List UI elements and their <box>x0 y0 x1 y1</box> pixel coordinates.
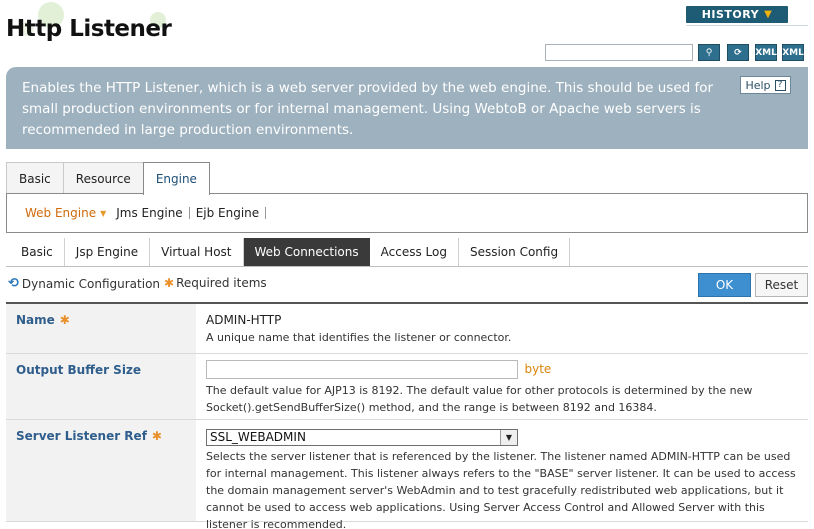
form-row-name: Name ✱ ADMIN-HTTP A unique name that ide… <box>6 304 808 354</box>
select-value: SSL_WEBADMIN <box>210 430 306 444</box>
tab-session-config[interactable]: Session Config <box>459 238 571 266</box>
search-input[interactable] <box>545 44 693 61</box>
ok-button[interactable]: OK <box>698 273 751 297</box>
history-label: HISTORY <box>701 8 760 21</box>
form-row-server-listener: Server Listener Ref ✱ SSL_WEBADMIN ▼ Sel… <box>6 420 808 529</box>
output-buffer-label: Output Buffer Size <box>16 363 142 377</box>
tab-basic[interactable]: Basic <box>6 162 64 194</box>
required-star-icon: ✱ <box>59 313 70 327</box>
required-legend: ✱ Required items <box>164 276 267 290</box>
name-label: Name <box>16 313 55 327</box>
tab-web-basic[interactable]: Basic <box>10 238 65 266</box>
dynamic-config-legend: ⟲ Dynamic Configuration <box>8 276 160 291</box>
web-engine-tabs: Basic Jsp Engine Virtual Host Web Connec… <box>10 238 571 266</box>
xml-export-icon[interactable]: XML <box>782 44 804 61</box>
server-listener-help: Selects the server listener that is refe… <box>206 450 796 529</box>
main-tabs: Basic Resource Engine <box>6 162 210 195</box>
engine-subnav: Web Engine ▼ Jms Engine Ejb Engine <box>19 206 267 220</box>
subnav-web-engine[interactable]: Web Engine <box>19 206 102 220</box>
name-value: ADMIN-HTTP <box>206 313 282 327</box>
search-icon[interactable]: ⚲ <box>698 44 720 61</box>
reset-button[interactable]: Reset <box>755 273 808 297</box>
field-value: ADMIN-HTTP A unique name that identifies… <box>206 312 802 346</box>
required-star-icon: ✱ <box>151 429 162 443</box>
field-value: byte The default value for AJP13 is 8192… <box>206 360 802 416</box>
chevron-down-icon: ▼ <box>500 430 517 445</box>
tab-resource[interactable]: Resource <box>62 162 144 194</box>
server-listener-label: Server Listener Ref <box>16 429 147 443</box>
tab-virtual-host[interactable]: Virtual Host <box>150 238 244 266</box>
engine-subnav-panel: Web Engine ▼ Jms Engine Ejb Engine <box>6 193 808 233</box>
caret-down-icon: ▼ <box>100 208 107 218</box>
tab-engine[interactable]: Engine <box>142 162 210 195</box>
page-title: Http Listener <box>6 16 172 42</box>
field-label: Name ✱ <box>16 313 70 327</box>
label-cell <box>6 304 196 353</box>
refresh-icon: ⟲ <box>8 276 19 291</box>
unit-label: byte <box>524 362 552 376</box>
required-label: Required items <box>176 276 267 290</box>
field-label: Output Buffer Size <box>16 363 141 377</box>
description-text: Enables the HTTP Listener, which is a we… <box>22 80 714 138</box>
chevron-down-icon: ▼ <box>764 9 773 20</box>
divider <box>6 266 808 267</box>
history-button[interactable]: HISTORY ▼ <box>686 6 788 23</box>
form-row-output-buffer: Output Buffer Size byte The default valu… <box>6 354 808 420</box>
help-label: Help <box>745 78 771 92</box>
field-value: SSL_WEBADMIN ▼ Selects the server listen… <box>206 429 802 529</box>
divider <box>265 207 267 219</box>
output-buffer-help: The default value for AJP13 is 8192. The… <box>206 384 753 414</box>
divider <box>686 25 808 26</box>
question-icon: ? <box>774 79 786 91</box>
server-listener-select[interactable]: SSL_WEBADMIN ▼ <box>206 429 518 446</box>
subnav-ejb-engine[interactable]: Ejb Engine <box>190 206 265 220</box>
tab-access-log[interactable]: Access Log <box>370 238 459 266</box>
xml-import-icon[interactable]: XML <box>755 44 777 61</box>
tab-web-connections[interactable]: Web Connections <box>243 238 370 266</box>
help-button[interactable]: Help ? <box>740 76 791 94</box>
required-star-icon: ✱ <box>164 276 175 290</box>
refresh-icon[interactable]: ⟳ <box>727 44 749 61</box>
tab-jsp-engine[interactable]: Jsp Engine <box>65 238 151 266</box>
field-label: Server Listener Ref ✱ <box>16 429 162 443</box>
dynamic-config-label: Dynamic Configuration <box>21 276 161 291</box>
name-help: A unique name that identifies the listen… <box>206 331 512 344</box>
output-buffer-input[interactable] <box>206 360 518 379</box>
subnav-jms-engine[interactable]: Jms Engine <box>110 206 188 220</box>
